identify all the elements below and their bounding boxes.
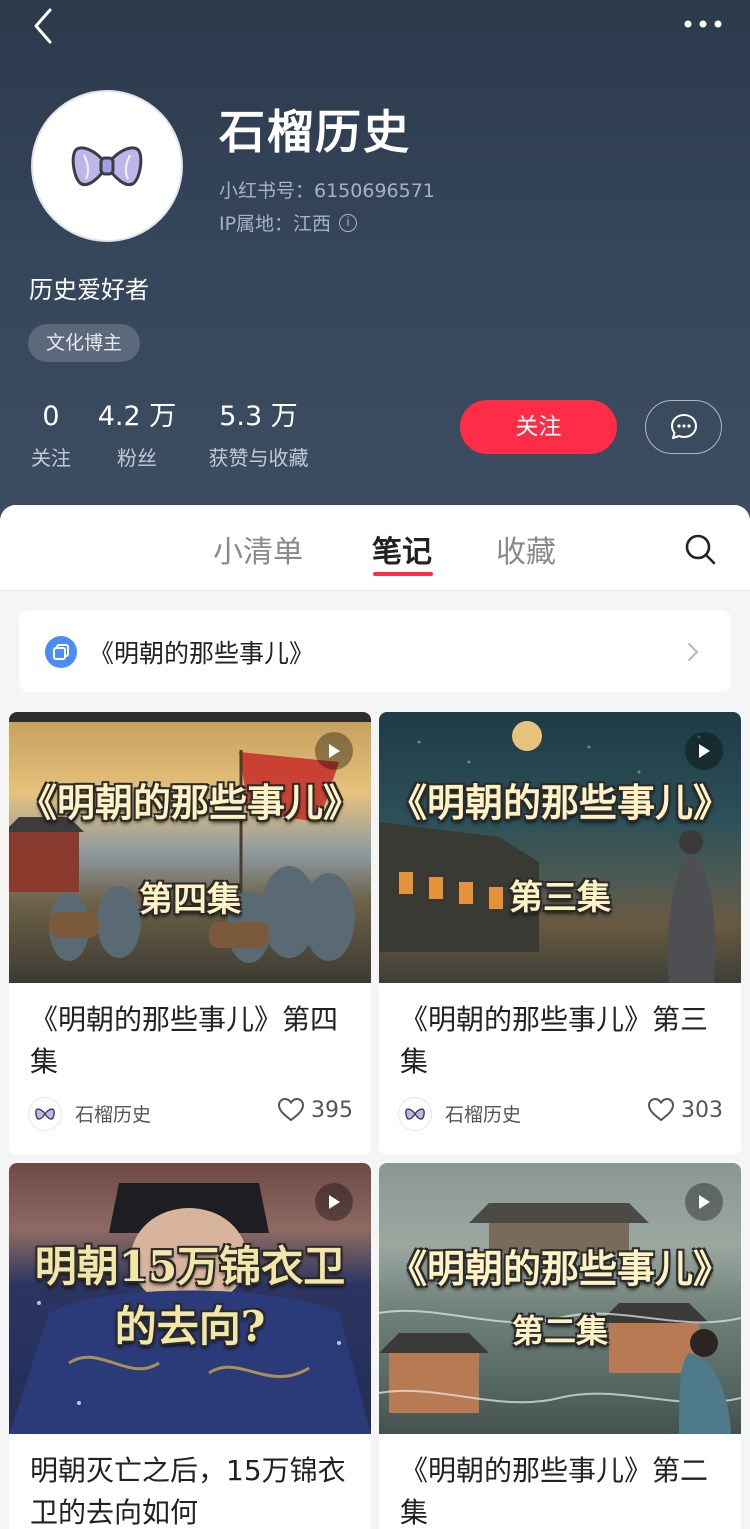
like-count: 303	[681, 1097, 723, 1123]
heart-icon	[647, 1097, 675, 1122]
tab-collections[interactable]: 收藏	[496, 527, 556, 571]
note-thumbnail: 《明朝的那些事儿》 第二集	[379, 1163, 741, 1434]
thumbnail-title: 《明朝的那些事儿》	[18, 780, 361, 825]
thumbnail-subtitle: 第四集	[139, 880, 241, 920]
note-meta: 石榴历史 395	[9, 1095, 371, 1155]
bow-avatar-icon	[71, 146, 143, 186]
thumbnail-title: 《明朝的那些事儿》	[388, 1246, 731, 1291]
collection-icon	[45, 636, 77, 668]
notes-content: 小清单 笔记 收藏 《明朝的那些事儿》 《明朝的那些事儿》 第四集 《明朝的那些…	[0, 505, 750, 1529]
profile-id: 小红书号：6150696571	[219, 180, 435, 202]
thumbnail-subtitle: 第三集	[509, 878, 611, 918]
author-avatar[interactable]	[28, 1097, 62, 1131]
profile-ip-location: IP属地：江西 i	[219, 209, 358, 236]
search-icon	[685, 534, 716, 565]
profile-header: 石榴历史 小红书号：6150696571 IP属地：江西 i 历史爱好者 文化博…	[0, 0, 750, 540]
note-card[interactable]: 明朝15万锦衣卫 的去向? 明朝灭亡之后，15万锦衣卫的去向如何	[9, 1163, 371, 1529]
info-icon[interactable]: i	[339, 213, 358, 232]
bow-avatar-icon	[405, 1108, 425, 1120]
chat-button[interactable]	[645, 400, 722, 454]
note-card[interactable]: 《明朝的那些事儿》 第三集 《明朝的那些事儿》第三集 石榴历史 303	[379, 712, 741, 1155]
like-button[interactable]: 303	[647, 1097, 723, 1123]
note-meta: 石榴历史 303	[379, 1095, 741, 1155]
stat-followers[interactable]: 4.2 万 粉丝	[96, 400, 178, 471]
stat-likes-count: 5.3 万	[219, 401, 298, 432]
stat-following[interactable]: 0 关注	[27, 400, 75, 471]
heart-icon	[277, 1097, 305, 1122]
ip-location-text: IP属地：江西	[219, 213, 332, 235]
stat-following-count: 0	[42, 401, 60, 432]
note-title: 《明朝的那些事儿》第四集	[30, 1003, 339, 1078]
note-title: 《明朝的那些事儿》第三集	[400, 1003, 709, 1078]
collection-label: 《明朝的那些事儿》	[89, 639, 315, 668]
play-icon	[685, 1183, 723, 1221]
thumbnail-title: 明朝15万锦衣卫	[34, 1242, 346, 1291]
follow-button[interactable]: 关注	[460, 400, 617, 454]
tab-lists[interactable]: 小清单	[213, 527, 303, 571]
stat-likes-collections[interactable]: 5.3 万 获赞与收藏	[200, 400, 317, 471]
author-avatar[interactable]	[398, 1097, 432, 1131]
back-icon	[34, 8, 52, 44]
chat-icon	[670, 414, 697, 439]
search-button[interactable]	[682, 531, 718, 567]
note-thumbnail: 《明朝的那些事儿》 第三集	[379, 712, 741, 983]
collection-entry[interactable]: 《明朝的那些事儿》	[19, 610, 731, 692]
note-title: 明朝灭亡之后，15万锦衣卫的去向如何	[30, 1454, 346, 1529]
bow-avatar-icon	[35, 1108, 55, 1120]
like-button[interactable]: 395	[277, 1097, 353, 1123]
like-count: 395	[311, 1097, 353, 1123]
profile-nickname: 石榴历史	[219, 105, 411, 159]
author-name[interactable]: 石榴历史	[75, 1100, 151, 1127]
thumbnail-subtitle: 的去向?	[114, 1302, 266, 1351]
stat-followers-label: 粉丝	[117, 446, 157, 470]
play-icon	[315, 1183, 353, 1221]
thumbnail-title: 《明朝的那些事儿》	[388, 780, 731, 825]
more-button[interactable]	[680, 6, 726, 42]
back-button[interactable]	[24, 6, 64, 46]
stat-following-label: 关注	[31, 446, 71, 470]
avatar[interactable]	[31, 90, 183, 242]
tab-notes[interactable]: 笔记	[372, 527, 432, 571]
profile-tag-badge[interactable]: 文化博主	[28, 324, 141, 362]
tab-bar: 小清单 笔记 收藏	[0, 505, 750, 591]
profile-bio: 历史爱好者	[29, 276, 149, 304]
tab-active-indicator	[373, 572, 433, 576]
stat-followers-count: 4.2 万	[97, 401, 177, 432]
stat-likes-label: 获赞与收藏	[208, 446, 309, 470]
note-title: 《明朝的那些事儿》第二集	[400, 1454, 709, 1529]
note-thumbnail: 《明朝的那些事儿》 第四集	[9, 712, 371, 983]
author-name[interactable]: 石榴历史	[445, 1100, 521, 1127]
note-thumbnail: 明朝15万锦衣卫 的去向?	[9, 1163, 371, 1434]
play-icon	[315, 732, 353, 770]
chevron-right-icon	[687, 642, 699, 662]
play-icon	[685, 732, 723, 770]
note-card[interactable]: 《明朝的那些事儿》 第四集 《明朝的那些事儿》第四集 石榴历史 395	[9, 712, 371, 1155]
note-card[interactable]: 《明朝的那些事儿》 第二集 《明朝的那些事儿》第二集	[379, 1163, 741, 1529]
more-icon	[684, 20, 722, 28]
thumbnail-subtitle: 第二集	[511, 1312, 608, 1350]
